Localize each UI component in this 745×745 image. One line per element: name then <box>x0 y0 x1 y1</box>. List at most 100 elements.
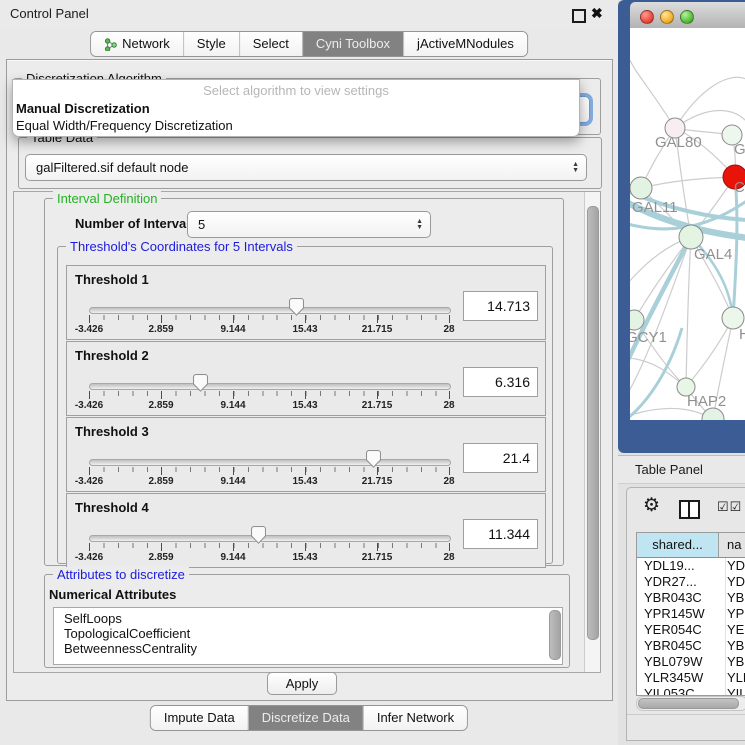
network-graph: GAL80G.CGAL11GAL4GCY1HHAP2 <box>630 28 745 420</box>
tab-label: Discretize Data <box>262 706 350 730</box>
split-columns-icon[interactable] <box>679 500 700 519</box>
slider-thumb[interactable] <box>289 298 304 316</box>
attribute-items: SelfLoopsTopologicalCoefficientBetweenne… <box>54 608 562 656</box>
table-cell: YIL053C <box>637 686 726 696</box>
table-row[interactable]: YER054CYER0 <box>637 622 745 638</box>
slider-major-tick <box>449 315 450 323</box>
table-row[interactable]: YBR043CYBR0 <box>637 590 745 606</box>
table-cell: YDL19... <box>637 558 726 574</box>
vertical-scrollbar[interactable] <box>584 192 600 672</box>
network-edge <box>733 177 737 318</box>
slider-track[interactable] <box>89 383 451 390</box>
threshold-value-field[interactable]: 6.316 <box>463 367 538 397</box>
numerical-attributes-label: Numerical Attributes <box>49 587 176 602</box>
tab-impute-data[interactable]: Impute Data <box>151 706 248 730</box>
slider-major-tick <box>449 467 450 475</box>
network-edge <box>641 177 735 188</box>
application-window: Control Panel ✖ Network Style Select Cyni T… <box>0 0 745 745</box>
table-row[interactable]: YDR27...YDR2 <box>637 574 745 590</box>
slider-major-tick <box>89 543 90 551</box>
node-attribute-table[interactable]: shared...naYDL19...YDL1YDR27...YDR2YBR04… <box>636 532 745 696</box>
tab-cyni-toolbox[interactable]: Cyni Toolbox <box>302 32 403 56</box>
tab-style[interactable]: Style <box>183 32 239 56</box>
network-window-titlebar[interactable] <box>630 2 745 29</box>
slider-minor-ticks <box>89 543 450 548</box>
interval-definition-group-title: Interval Definition <box>53 191 161 206</box>
horizontal-scrollbar[interactable] <box>636 696 745 711</box>
slider-track[interactable] <box>89 307 451 314</box>
threshold-value-field[interactable]: 14.713 <box>463 291 538 321</box>
tab-select[interactable]: Select <box>239 32 302 56</box>
tab-label: Infer Network <box>377 706 454 730</box>
column-header-na[interactable]: na <box>718 533 745 558</box>
network-view-window: GAL80G.CGAL11GAL4GCY1HHAP2 <box>618 0 745 453</box>
slider-major-tick <box>377 543 378 551</box>
network-node-label: HAP2 <box>687 393 726 410</box>
close-icon[interactable]: ✖ <box>591 5 603 22</box>
tab-jactivemnodules[interactable]: jActiveMNodules <box>403 32 527 56</box>
number-of-intervals-value: 5 <box>198 212 205 237</box>
network-node-label: G. <box>734 141 745 158</box>
attributes-group-title: Attributes to discretize <box>53 567 189 582</box>
table-data-combobox[interactable]: galFiltered.sif default node ▲▼ <box>25 154 587 181</box>
slider-tick-label: -3.426 <box>75 476 103 487</box>
table-row[interactable]: YLR345WYLR3 <box>637 670 745 686</box>
slider-track[interactable] <box>89 459 451 466</box>
slider-tick-label: 15.43 <box>292 476 317 487</box>
float-window-icon[interactable] <box>572 9 586 23</box>
table-row[interactable]: YPR145WYPR1 <box>637 606 745 622</box>
gear-icon[interactable]: ⚙ <box>643 494 660 517</box>
slider-thumb[interactable] <box>366 450 381 468</box>
table-row[interactable]: YBL079WYBL0 <box>637 654 745 670</box>
tab-discretize-data[interactable]: Discretize Data <box>248 706 363 730</box>
table-cell: YPR145W <box>637 606 726 622</box>
cyni-bottom-tabbar: Impute Data Discretize Data Infer Network <box>150 705 468 731</box>
close-traffic-light-icon[interactable] <box>640 10 654 24</box>
slider-thumb[interactable] <box>251 526 266 544</box>
slider-minor-ticks <box>89 467 450 472</box>
threshold-value-field[interactable]: 11.344 <box>463 519 538 549</box>
slider-major-tick <box>449 391 450 399</box>
popup-option-manual-discretization[interactable]: Manual Discretization <box>16 100 150 117</box>
network-canvas[interactable]: GAL80G.CGAL11GAL4GCY1HHAP2 <box>630 28 745 420</box>
network-node-gal11[interactable] <box>630 177 652 199</box>
network-node-label: C <box>734 179 745 196</box>
tab-infer-network[interactable]: Infer Network <box>363 706 467 730</box>
slider-tick-label: 15.43 <box>292 552 317 563</box>
attribute-item-selfloops[interactable]: SelfLoops <box>54 611 562 626</box>
number-of-intervals-combobox[interactable]: 5 ▲▼ <box>187 211 431 238</box>
slider-major-tick <box>89 467 90 475</box>
zoom-traffic-light-icon[interactable] <box>680 10 694 24</box>
popup-option-equal-width-frequency-discretization[interactable]: Equal Width/Frequency Discretization <box>16 117 233 134</box>
table-cell: YER0 <box>718 622 745 638</box>
slider-tick-label: 2.859 <box>148 476 173 487</box>
list-scrollbar-thumb[interactable] <box>549 610 561 660</box>
tab-label: Style <box>197 32 226 56</box>
tab-network[interactable]: Network <box>91 32 183 56</box>
threshold-value-field[interactable]: 21.4 <box>463 443 538 473</box>
slider-major-tick <box>89 391 90 399</box>
network-icon <box>104 38 117 51</box>
slider-track[interactable] <box>89 535 451 542</box>
slider-major-tick <box>305 391 306 399</box>
tab-label: Cyni Toolbox <box>316 32 390 56</box>
horizontal-scrollbar-thumb[interactable] <box>638 698 739 709</box>
table-row[interactable]: YBR045CYBR0 <box>637 638 745 654</box>
slider-thumb[interactable] <box>193 374 208 392</box>
table-cell: YBL0 <box>718 654 745 670</box>
control-panel-titlebar: Control Panel ✖ <box>0 0 618 28</box>
table-row[interactable]: YIL053CYIL0 <box>637 686 745 696</box>
table-row[interactable]: YDL19...YDL1 <box>637 558 745 574</box>
column-header-shared[interactable]: shared... <box>637 533 718 558</box>
slider-major-tick <box>305 467 306 475</box>
network-node-label: GCY1 <box>630 329 667 346</box>
select-columns-checkboxes-icon[interactable]: ☑☑ <box>717 499 742 515</box>
slider-tick-label: 21.715 <box>362 552 393 563</box>
slider-tick-label: 9.144 <box>220 552 245 563</box>
vertical-scrollbar-thumb[interactable] <box>587 206 599 640</box>
minimize-traffic-light-icon[interactable] <box>660 10 674 24</box>
attribute-item-topologicalcoefficient[interactable]: TopologicalCoefficient <box>54 626 562 641</box>
attribute-item-betweennesscentrality[interactable]: BetweennessCentrality <box>54 641 562 656</box>
table-panel-title: Table Panel <box>635 456 703 483</box>
apply-button[interactable]: Apply <box>267 672 337 695</box>
